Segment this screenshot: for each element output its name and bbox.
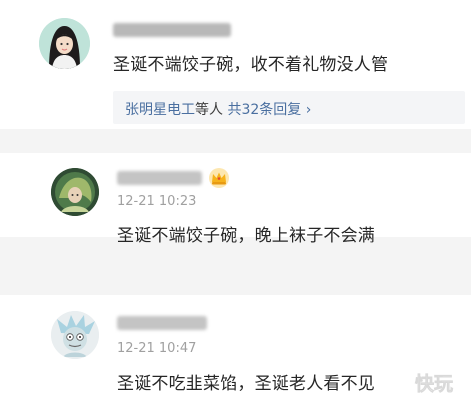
crown-icon bbox=[208, 168, 230, 188]
comment-text: 圣诞不吃韭菜馅，圣诞老人看不见 bbox=[117, 374, 375, 394]
separator-band bbox=[0, 129, 471, 153]
replies-link[interactable]: 张明星电工等人 共32条回复 › bbox=[113, 91, 465, 124]
avatar[interactable] bbox=[39, 18, 90, 69]
svg-text:快玩: 快玩 bbox=[415, 372, 453, 395]
reply-connector: 等人 bbox=[195, 102, 223, 118]
comment-text: 圣诞不端饺子碗，收不着礼物没人管 bbox=[113, 55, 389, 75]
girl-avatar-icon bbox=[39, 18, 90, 69]
reply-users[interactable]: 张明星电工 bbox=[125, 102, 195, 118]
comment-timestamp: 12-21 10:47 bbox=[117, 341, 197, 356]
comment-timestamp: 12-21 10:23 bbox=[117, 194, 197, 209]
comment-text: 圣诞不端饺子碗，晚上袜子不会满 bbox=[117, 226, 375, 246]
cartoon-avatar-icon bbox=[51, 311, 99, 359]
username-blurred bbox=[117, 171, 202, 185]
username-blurred bbox=[113, 23, 231, 37]
avatar[interactable] bbox=[51, 168, 99, 216]
username-blurred bbox=[117, 316, 207, 330]
avatar[interactable] bbox=[51, 311, 99, 359]
reply-count[interactable]: 共32条回复 bbox=[227, 102, 301, 118]
chevron-right-icon: › bbox=[305, 102, 312, 118]
character-avatar-icon bbox=[51, 168, 99, 216]
watermark-logo: 快玩 bbox=[386, 366, 466, 400]
